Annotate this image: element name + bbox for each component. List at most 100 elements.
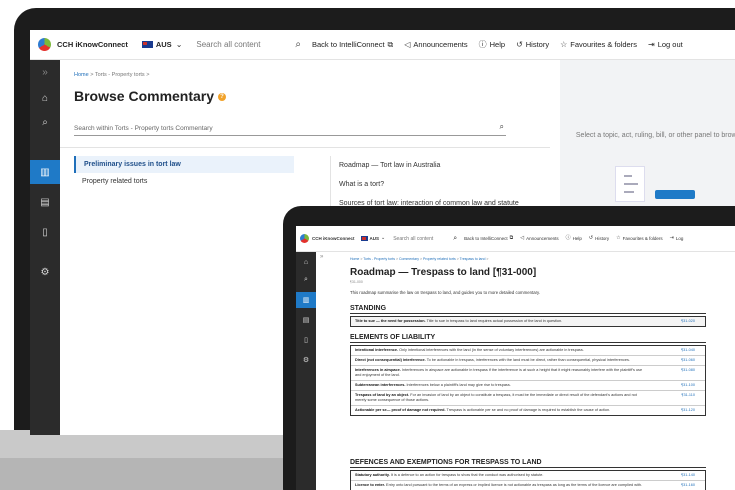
breadcrumb-torts[interactable]: Torts - Property torts xyxy=(363,257,395,261)
search-icon[interactable]: ⌕ xyxy=(30,110,60,134)
row-text: It is a defence to an action for trespas… xyxy=(390,473,544,477)
search-icon[interactable]: ⌕ xyxy=(453,235,457,242)
home-icon[interactable]: ⌂ xyxy=(30,86,60,110)
help-label: Help xyxy=(489,40,506,49)
book-icon[interactable]: ▯ xyxy=(296,332,316,348)
row-text: To be actionable in trespass, interferen… xyxy=(426,358,630,362)
divider xyxy=(60,147,550,148)
collapse-icon[interactable]: » xyxy=(320,254,323,260)
row-title: Statutory authority. xyxy=(355,473,390,477)
chevron-down-icon[interactable]: ⌄ xyxy=(176,40,183,49)
megaphone-icon: ◁ xyxy=(520,235,525,241)
topic-list: Preliminary issues in tort law Property … xyxy=(74,156,294,190)
section-heading-standing: STANDING xyxy=(350,305,706,314)
announcements-button[interactable]: ◁ Announcements xyxy=(520,235,559,242)
collapse-icon[interactable]: » xyxy=(30,60,60,84)
logout-button[interactable]: ⇥ Log xyxy=(670,236,684,242)
cch-logo-icon[interactable] xyxy=(300,234,309,243)
commentary-search-input[interactable]: Search within Torts - Property torts Com… xyxy=(74,122,506,136)
help-icon: ⓘ xyxy=(565,235,571,241)
breadcrumb-home[interactable]: Home xyxy=(74,72,89,78)
search-icon[interactable]: ⌕ xyxy=(296,272,316,288)
home-icon[interactable]: ⌂ xyxy=(296,254,316,270)
breadcrumb-trespass[interactable]: Trespass to land xyxy=(460,257,486,261)
elements-table: Intentional interference. Only intention… xyxy=(350,345,706,416)
intro-text: This roadmap summarise the law on trespa… xyxy=(350,290,541,295)
subtopic-item[interactable]: What is a tort? xyxy=(339,175,530,194)
brand-name[interactable]: CCH iKnowConnect xyxy=(312,236,355,241)
external-link-icon: ⧉ xyxy=(387,39,394,49)
illustration-line xyxy=(624,191,634,193)
help-label: Help xyxy=(572,236,582,241)
illustration-line xyxy=(624,183,638,185)
breadcrumb-separator: > xyxy=(146,72,150,78)
row-title: Intentional interference. xyxy=(355,348,399,352)
brand-name[interactable]: CCH iKnowConnect xyxy=(57,40,128,49)
back-to-intelliconnect-link[interactable]: Back to IntelliConnect ⧉ xyxy=(312,40,393,49)
help-icon: ⓘ xyxy=(478,39,487,49)
tools-icon[interactable]: ⚙ xyxy=(296,352,316,368)
paragraph-link[interactable]: ¶31-080 xyxy=(681,368,695,373)
paragraph-link[interactable]: ¶31-110 xyxy=(681,393,695,398)
front-screen: CCH iKnowConnect AUS ⌄ Search all conten… xyxy=(296,226,735,490)
row-title: Actionable per se— proof of damage not r… xyxy=(355,408,446,412)
cch-logo-icon[interactable] xyxy=(38,38,51,51)
paragraph-link[interactable]: ¶31-140 xyxy=(681,473,695,478)
paragraph-link[interactable]: ¶31-120 xyxy=(681,408,695,413)
scene: CCH iKnowConnect AUS ⌄ Search all conten… xyxy=(0,0,735,490)
news-icon[interactable]: ▤ xyxy=(296,312,316,328)
breadcrumb-property[interactable]: Property related torts xyxy=(423,257,456,261)
favourites-button[interactable]: ☆ Favourites & folders xyxy=(616,235,663,242)
row-title: Subterranean interferences. xyxy=(355,383,406,387)
history-label: History xyxy=(595,236,610,241)
subtopic-item[interactable]: Roadmap — Tort law in Australia xyxy=(339,156,530,175)
breadcrumb-commentary[interactable]: Commentary xyxy=(399,257,419,261)
row-text: Trespass is actionable per se and no pro… xyxy=(446,408,611,412)
topic-item-preliminary[interactable]: Preliminary issues in tort law xyxy=(74,156,294,173)
region-select[interactable]: AUS xyxy=(156,40,172,49)
table-row: Trespass of land by an object. For an in… xyxy=(351,391,705,406)
document-illustration xyxy=(615,166,645,202)
help-icon[interactable]: ? xyxy=(217,93,226,102)
star-icon: ☆ xyxy=(616,235,621,241)
paragraph-link[interactable]: ¶31-020 xyxy=(681,319,695,324)
table-row: Direct (not consequential) interference.… xyxy=(351,356,705,366)
back-to-intelliconnect-link[interactable]: Back to IntelliConnect ⧉ xyxy=(464,235,514,242)
history-button[interactable]: ↺ History xyxy=(589,236,610,242)
help-button[interactable]: ⓘ Help xyxy=(565,235,582,242)
tools-icon[interactable]: ⚙ xyxy=(30,260,60,284)
external-link-icon: ⧉ xyxy=(509,235,514,241)
row-title: Direct (not consequential) interference. xyxy=(355,358,426,362)
section-heading-elements: ELEMENTS OF LIABILITY xyxy=(350,334,706,343)
left-sidebar: » ⌂ ⌕ ▥ ▤ ▯ ⚙ xyxy=(30,60,60,435)
announcements-label: Announcements xyxy=(526,236,559,241)
search-icon[interactable]: ⌕ xyxy=(295,39,301,50)
library-icon[interactable]: ▥ xyxy=(30,160,60,184)
paragraph-link[interactable]: ¶31-060 xyxy=(681,358,695,363)
help-button[interactable]: ⓘ Help xyxy=(479,40,505,49)
global-search-input[interactable]: Search all content xyxy=(393,236,453,242)
breadcrumb-home[interactable]: Home xyxy=(350,257,359,261)
search-placeholder: Search within Torts - Property torts Com… xyxy=(74,125,213,132)
paragraph-link[interactable]: ¶31-100 xyxy=(681,383,695,388)
search-icon[interactable]: ⌕ xyxy=(500,122,504,132)
global-search-input[interactable]: Search all content xyxy=(196,40,291,49)
news-icon[interactable]: ▤ xyxy=(30,190,60,214)
region-select[interactable]: AUS xyxy=(370,236,380,241)
table-row: Subterranean interferences. Interference… xyxy=(351,381,705,391)
paragraph-number: ¶31-000 xyxy=(350,280,363,284)
paragraph-link[interactable]: ¶31-040 xyxy=(681,348,695,353)
history-button[interactable]: ↺ History xyxy=(516,40,549,49)
logout-button[interactable]: ⇥ Log out xyxy=(648,40,683,49)
topic-item-property[interactable]: Property related torts xyxy=(74,173,294,190)
favourites-button[interactable]: ☆ Favourites & folders xyxy=(560,40,637,49)
panel-illustration xyxy=(655,190,695,199)
book-icon[interactable]: ▯ xyxy=(30,220,60,244)
library-icon[interactable]: ▥ xyxy=(296,292,316,308)
star-icon: ☆ xyxy=(560,39,568,49)
breadcrumb-torts[interactable]: Torts - Property torts xyxy=(95,72,145,78)
paragraph-link[interactable]: ¶31-160 xyxy=(681,483,695,488)
chevron-down-icon[interactable]: ⌄ xyxy=(381,236,385,241)
history-label: History xyxy=(525,40,550,49)
announcements-button[interactable]: ◁ Announcements xyxy=(404,40,467,49)
